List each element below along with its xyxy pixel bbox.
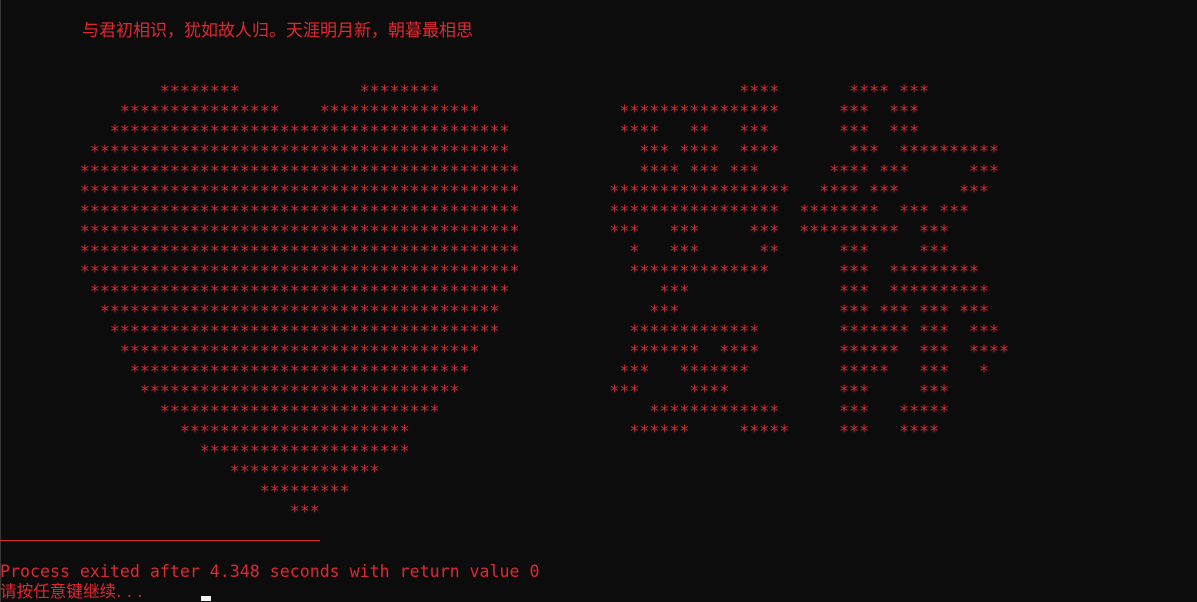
console-window[interactable]: 与君初相识，犹如故人归。天涯明月新，朝暮最相思 ******** *******… — [0, 0, 1197, 602]
process-exit-status: Process exited after 4.348 seconds with … — [0, 562, 540, 581]
separator-line — [0, 540, 320, 541]
poem-line: 与君初相识，犹如故人归。天涯明月新，朝暮最相思 — [82, 21, 473, 41]
text-cursor — [201, 596, 211, 601]
press-any-key-prompt: 请按任意键继续. . . — [0, 582, 143, 601]
glyph-ascii-art: **** **** *** **************** *** *** *… — [609, 82, 1010, 441]
